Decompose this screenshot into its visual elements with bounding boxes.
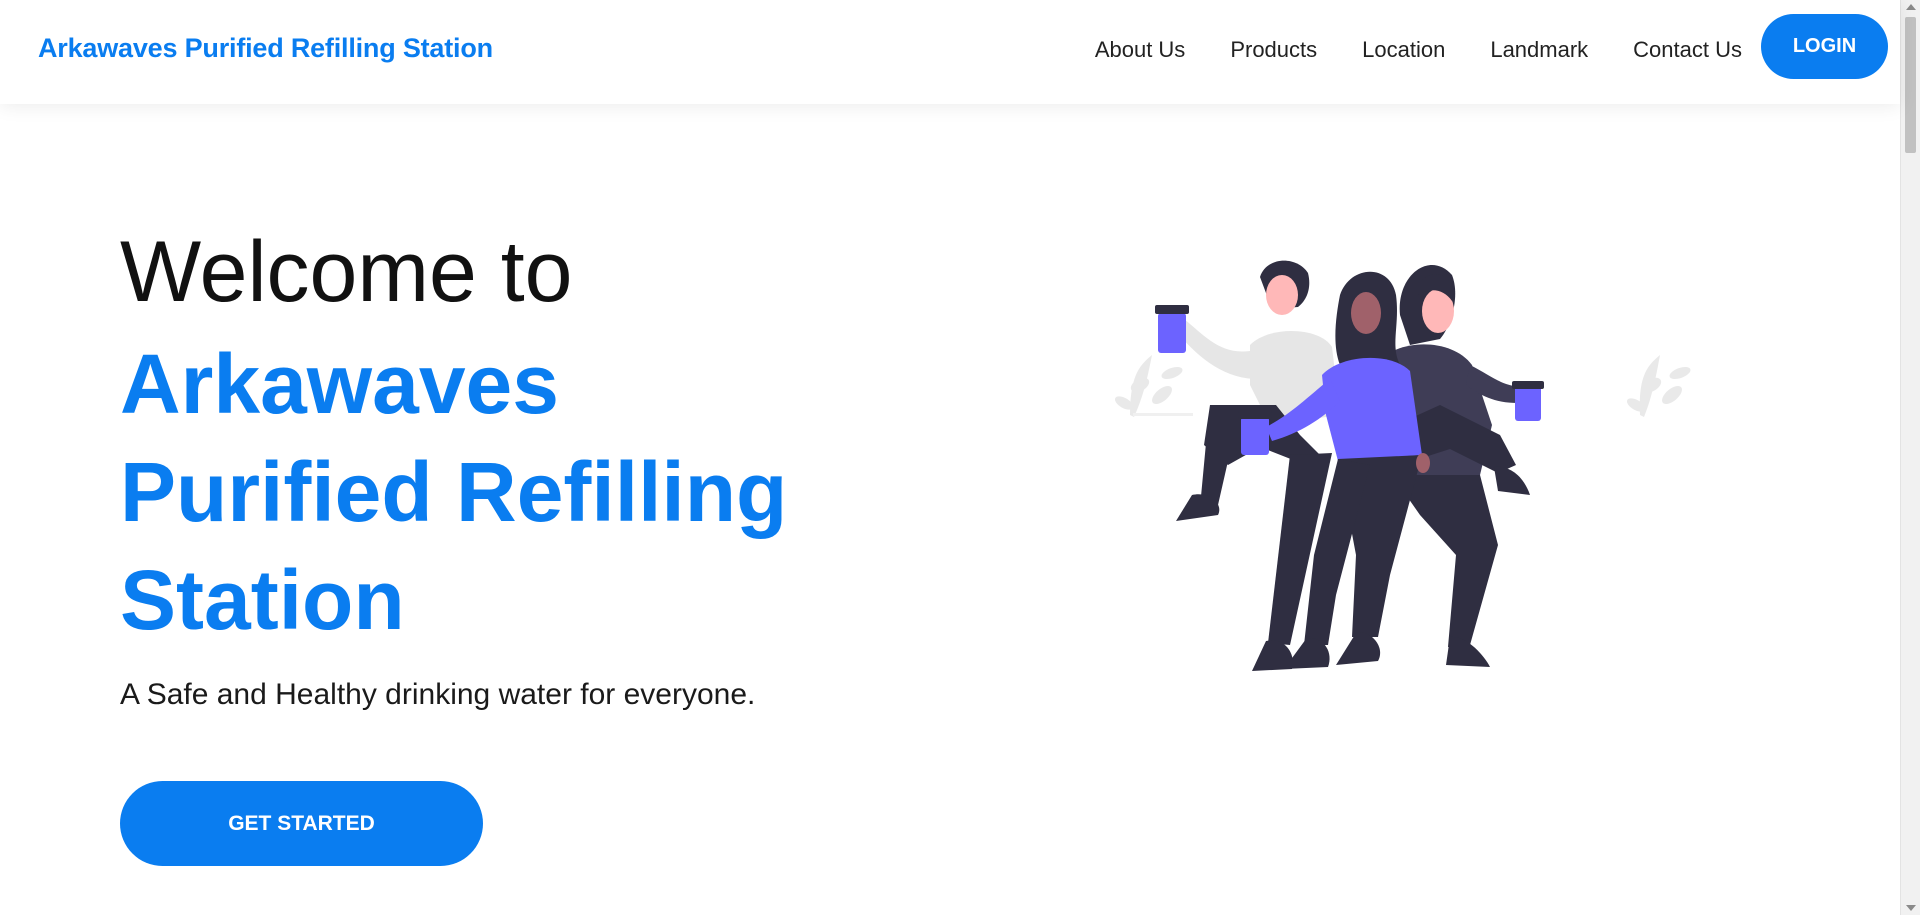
nav-contact-us[interactable]: Contact Us (1633, 37, 1742, 63)
page: Arkawaves Purified Refilling Station Abo… (0, 0, 1920, 915)
people-holding-cups-illustration (1114, 260, 1691, 671)
get-started-button[interactable]: GET STARTED (120, 781, 483, 866)
scroll-down-icon[interactable] (1906, 905, 1916, 911)
nav-about-us[interactable]: About Us (1095, 37, 1186, 63)
nav-location[interactable]: Location (1362, 37, 1445, 63)
login-button[interactable]: LOGIN (1761, 14, 1888, 79)
nav-landmark[interactable]: Landmark (1490, 37, 1588, 63)
hero-subtitle: A Safe and Healthy drinking water for ev… (120, 678, 756, 711)
plant-right-icon (1626, 355, 1691, 417)
hero-title: Welcome to (120, 224, 573, 320)
top-navbar: Arkawaves Purified Refilling Station Abo… (0, 0, 1900, 104)
nav-products[interactable]: Products (1230, 37, 1317, 63)
scroll-up-icon[interactable] (1906, 4, 1916, 10)
plant-left-icon (1114, 355, 1193, 417)
page-scrollbar[interactable] (1900, 0, 1920, 915)
scrollbar-thumb[interactable] (1905, 17, 1916, 153)
main-nav: About Us Products Location Landmark Cont… (1095, 37, 1742, 63)
hero-title-highlight: Arkawaves Purified Refilling Station (120, 337, 788, 647)
person-middle (1238, 271, 1430, 669)
brand-logo-text[interactable]: Arkawaves Purified Refilling Station (38, 33, 493, 64)
